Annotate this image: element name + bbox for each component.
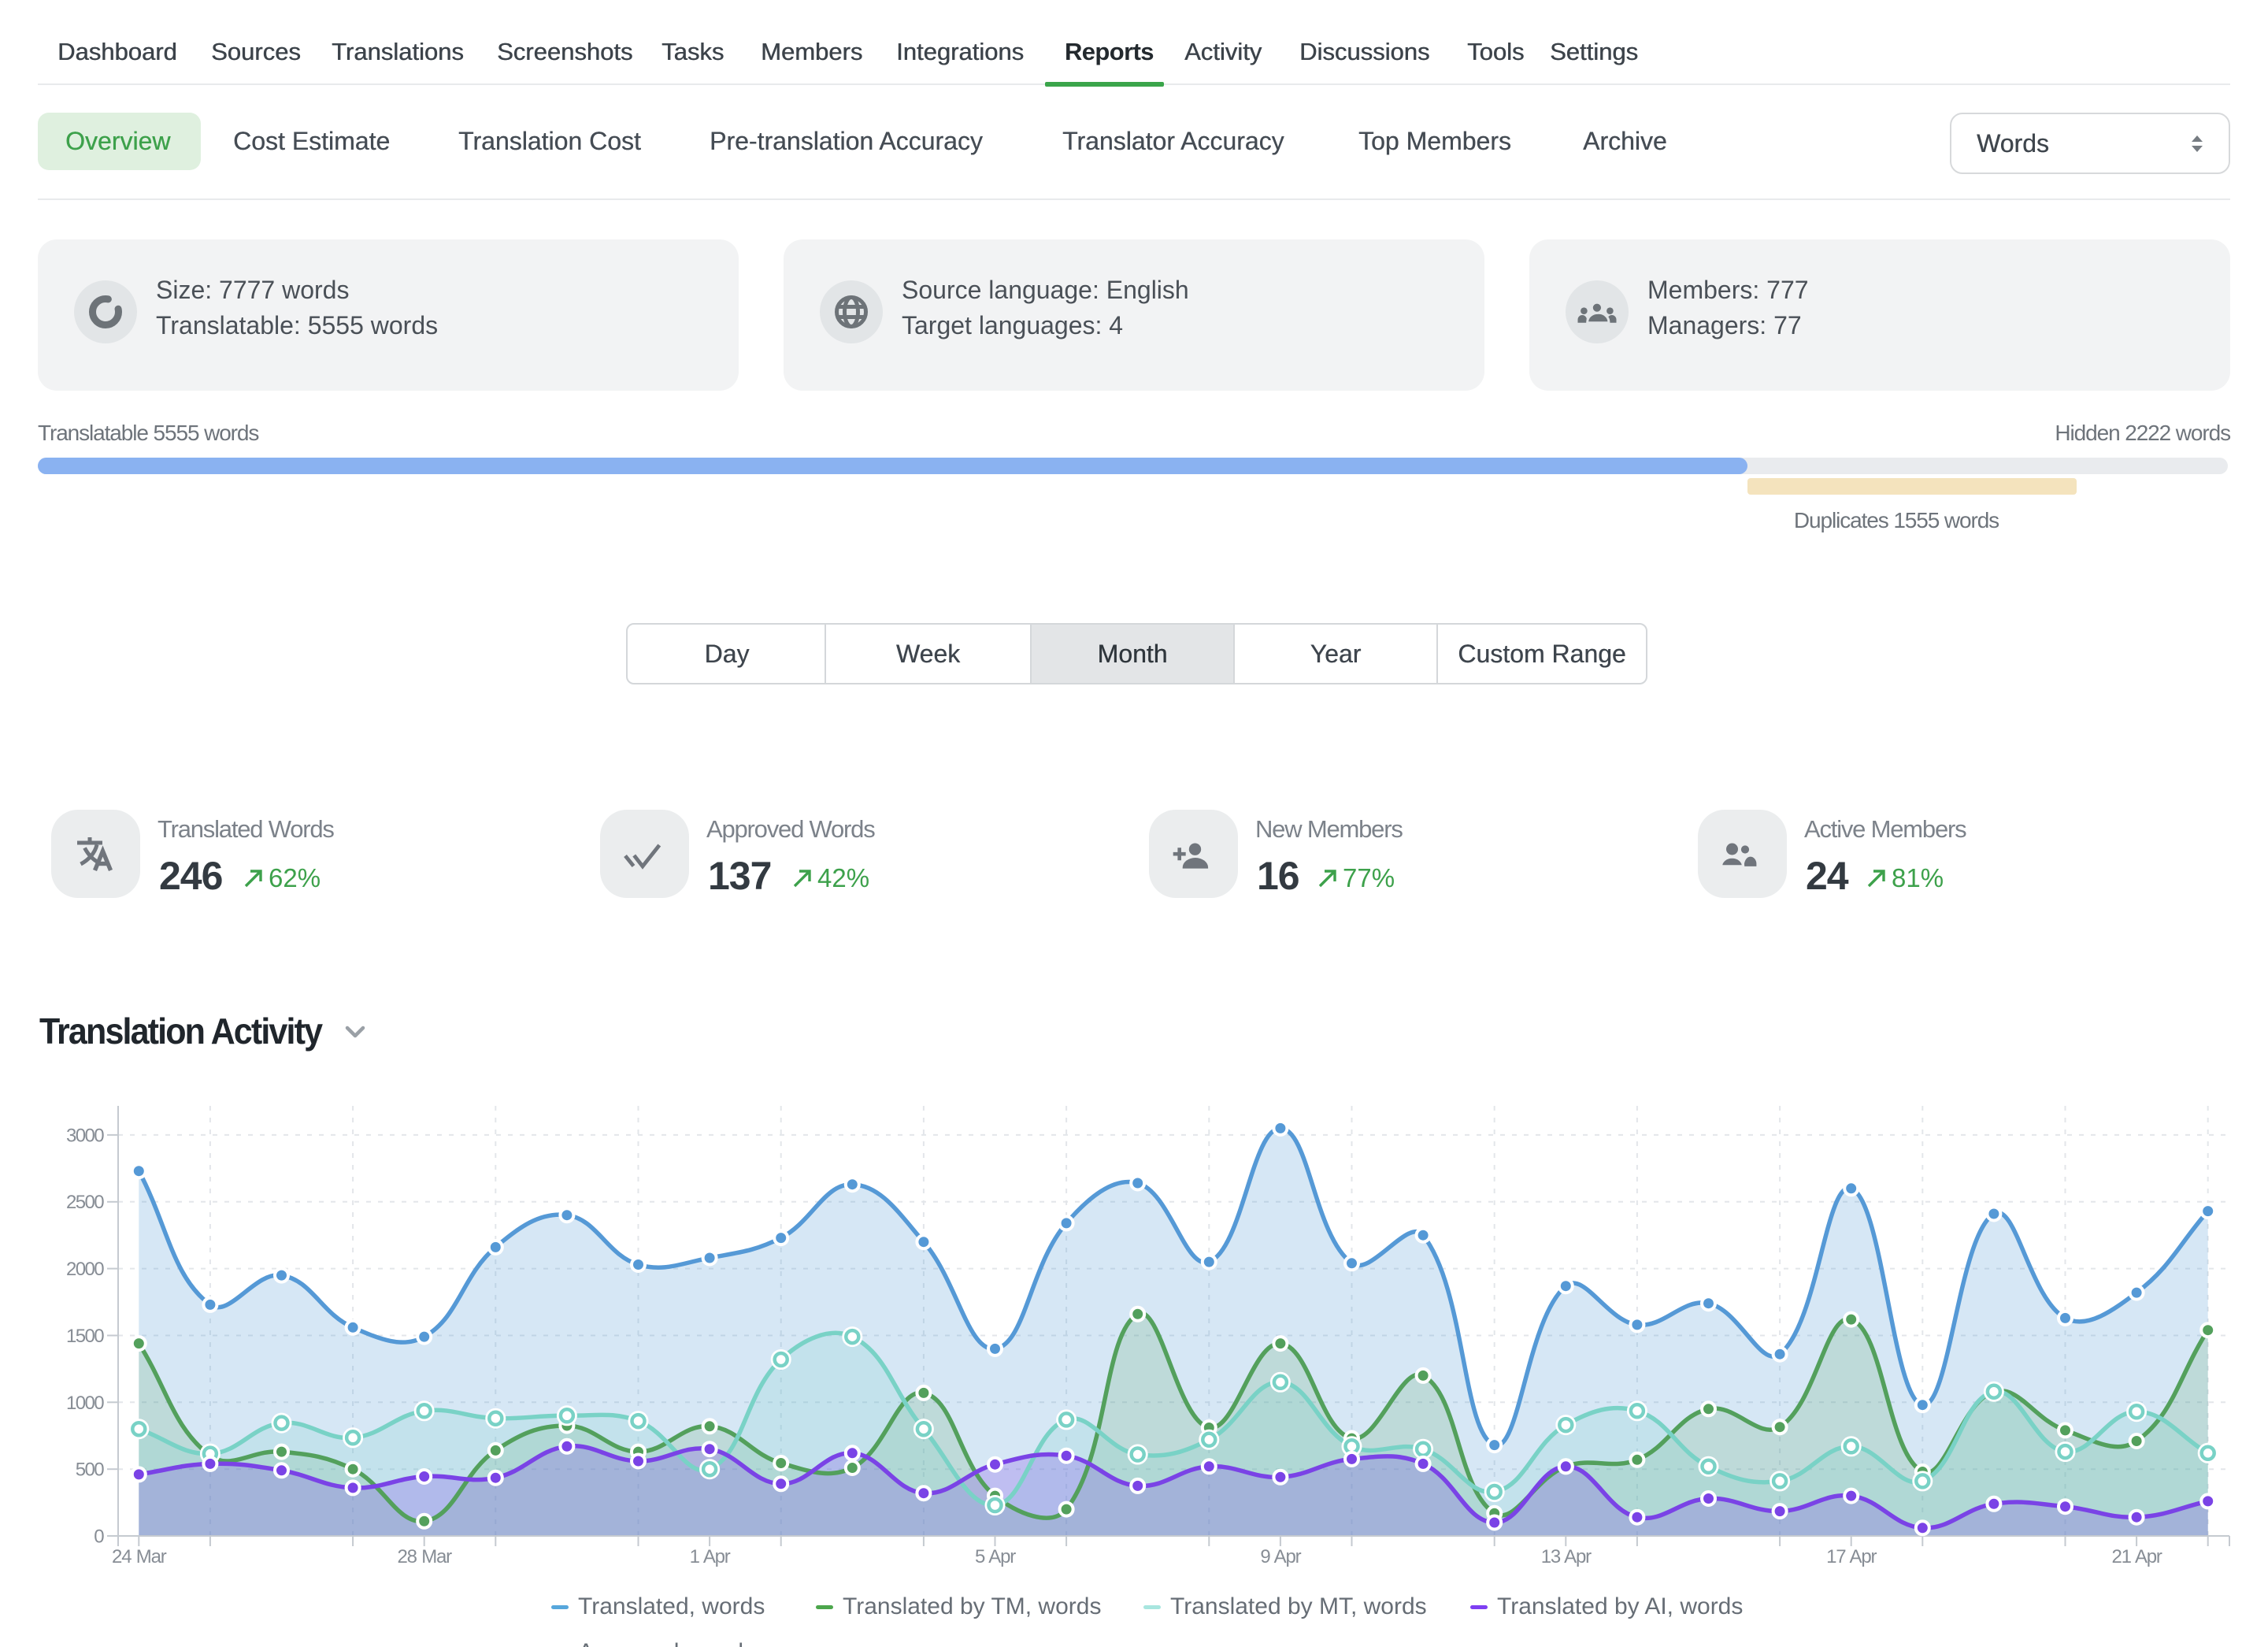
svg-text:24 Mar: 24 Mar xyxy=(112,1546,167,1567)
svg-text:0: 0 xyxy=(94,1526,104,1548)
svg-text:1500: 1500 xyxy=(66,1326,104,1347)
svg-text:1000: 1000 xyxy=(66,1393,104,1414)
svg-text:1 Apr: 1 Apr xyxy=(690,1546,731,1567)
svg-text:5 Apr: 5 Apr xyxy=(975,1546,1016,1567)
svg-text:28 Mar: 28 Mar xyxy=(397,1546,452,1567)
svg-text:21 Apr: 21 Apr xyxy=(2112,1546,2162,1567)
svg-text:2500: 2500 xyxy=(66,1192,104,1213)
svg-text:3000: 3000 xyxy=(66,1125,104,1146)
svg-text:9 Apr: 9 Apr xyxy=(1260,1546,1301,1567)
svg-text:17 Apr: 17 Apr xyxy=(1826,1546,1877,1567)
svg-text:500: 500 xyxy=(76,1460,104,1481)
svg-text:13 Apr: 13 Apr xyxy=(1541,1546,1592,1567)
svg-text:2000: 2000 xyxy=(66,1259,104,1280)
